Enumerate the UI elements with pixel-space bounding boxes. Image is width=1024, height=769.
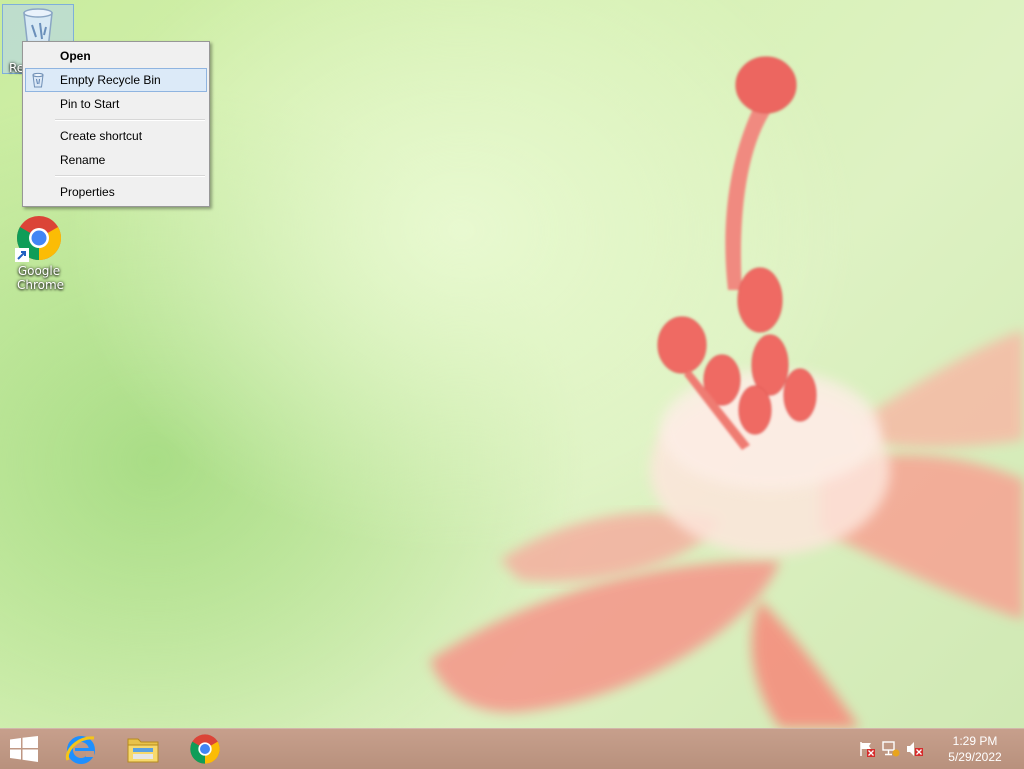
menu-separator: [55, 175, 205, 177]
menu-item-empty-recycle-bin[interactable]: Empty Recycle Bin: [25, 68, 207, 92]
start-button[interactable]: [0, 729, 48, 769]
menu-item-open[interactable]: Open: [25, 44, 207, 68]
taskbar-internet-explorer[interactable]: [50, 729, 110, 769]
menu-item-label: Pin to Start: [60, 97, 120, 111]
desktop-icon-google-chrome[interactable]: Google Chrome: [4, 214, 74, 292]
menu-item-label: Properties: [60, 185, 115, 199]
action-center-flag-icon[interactable]: [858, 741, 876, 757]
windows-logo-icon: [10, 736, 38, 762]
menu-item-create-shortcut[interactable]: Create shortcut: [25, 124, 207, 148]
folder-icon: [127, 738, 159, 763]
taskbar-google-chrome[interactable]: [174, 729, 234, 769]
volume-muted-icon[interactable]: [906, 741, 924, 757]
recycle-bin-small-icon: [32, 72, 44, 88]
clock-date: 5/29/2022: [948, 750, 1002, 764]
network-icon[interactable]: [882, 741, 900, 757]
menu-item-rename[interactable]: Rename: [25, 148, 207, 172]
menu-item-label: Empty Recycle Bin: [60, 73, 161, 87]
menu-separator: [55, 119, 205, 121]
clock-time: 1:29 PM: [952, 734, 998, 748]
desktop-icon-label: Google Chrome: [17, 264, 65, 292]
menu-item-properties[interactable]: Properties: [25, 180, 207, 204]
chrome-icon: [190, 734, 220, 764]
menu-item-label: Rename: [60, 153, 106, 167]
taskbar-clock[interactable]: 1:29 PM 5/29/2022: [940, 733, 1010, 765]
ie-icon: [65, 736, 95, 764]
chrome-icon: [15, 216, 61, 262]
system-tray: 1:29 PM 5/29/2022: [854, 729, 1024, 769]
taskbar: 1:29 PM 5/29/2022: [0, 728, 1024, 769]
menu-item-label: Open: [60, 49, 91, 63]
menu-item-pin-to-start[interactable]: Pin to Start: [25, 92, 207, 116]
taskbar-file-explorer[interactable]: [112, 729, 172, 769]
context-menu: Open Empty Recycle Bin Pin to Start Crea…: [22, 41, 210, 207]
menu-item-label: Create shortcut: [60, 129, 143, 143]
